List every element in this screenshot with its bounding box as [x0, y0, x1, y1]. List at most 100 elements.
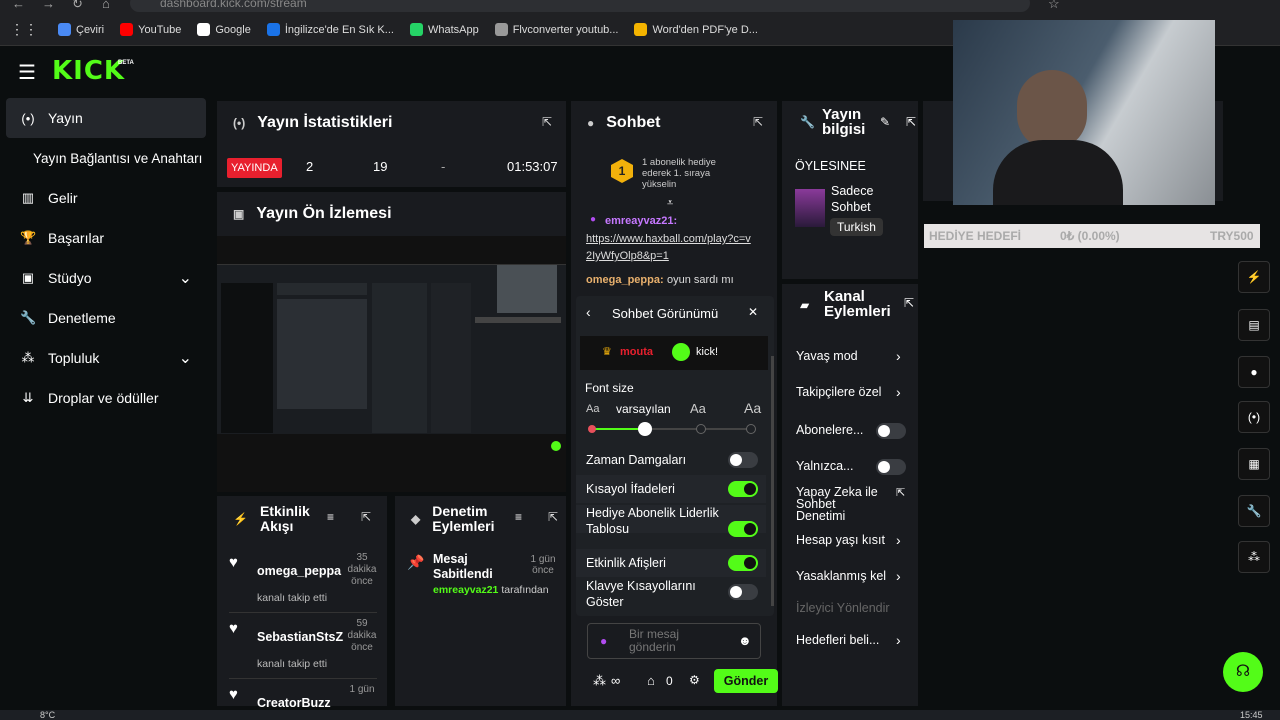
- sidebar-item[interactable]: 🏆 Başarılar: [6, 218, 206, 258]
- event-username[interactable]: SebastianStsZ: [257, 630, 343, 644]
- preview-username: mouta: [620, 346, 653, 358]
- sidebar-item[interactable]: (•) Yayın: [6, 98, 206, 138]
- popout-icon[interactable]: ⇱: [548, 510, 558, 524]
- channel-action-label: Yavaş mod: [796, 349, 858, 363]
- media-icon[interactable]: ▦: [1238, 448, 1270, 480]
- channel-action[interactable]: Hesap yaşı kısıt ›: [782, 526, 918, 556]
- popout-icon[interactable]: ⇱: [361, 510, 371, 524]
- back-arrow-icon[interactable]: ‹: [586, 304, 591, 320]
- popout-icon[interactable]: ⇱: [906, 115, 916, 129]
- chat-view-option[interactable]: Klavye Kısayollarını Göster: [576, 578, 766, 609]
- stream-title: ÖYLESINEE: [795, 159, 866, 173]
- event-time-suffix: önce: [351, 576, 373, 587]
- event-username[interactable]: omega_peppa: [257, 564, 341, 578]
- mic-icon[interactable]: ●: [600, 634, 607, 648]
- chevron-down-icon[interactable]: ⌄: [179, 348, 192, 368]
- sidebar-item[interactable]: Yayın Bağlantısı ve Anahtarı: [6, 138, 206, 178]
- emoji-icon[interactable]: ☻: [738, 633, 752, 648]
- chat-input[interactable]: ● Bir mesaj gönderin ☻: [587, 623, 761, 659]
- channel-action-label: Hesap yaşı kısıt: [796, 533, 885, 547]
- bookmark-item[interactable]: İngilizce'de En Sık K...: [266, 23, 394, 36]
- chat-view-option[interactable]: Zaman Damgaları: [576, 446, 766, 474]
- popup-scrollbar[interactable]: [771, 356, 774, 606]
- filter-icon[interactable]: ≡: [515, 510, 522, 524]
- wrench-icon[interactable]: 🔧: [1238, 495, 1270, 527]
- kick-logo[interactable]: KICK: [52, 56, 125, 86]
- chevron-down-icon[interactable]: ⩡: [667, 197, 673, 210]
- mod-action-ago-suffix: önce: [532, 565, 554, 576]
- preview-video[interactable]: [217, 236, 566, 492]
- chevron-down-icon[interactable]: ⌄: [179, 268, 192, 288]
- channel-action[interactable]: Yasaklanmış kel ›: [782, 562, 918, 592]
- chat-view-option[interactable]: Hediye Abonelik Liderlik Tablosu: [576, 505, 766, 537]
- translate-icon: [58, 23, 71, 36]
- chat-header: ● Sohbet: [571, 101, 777, 145]
- apps-grid-icon[interactable]: ⋮⋮: [10, 21, 38, 38]
- close-icon[interactable]: ✕: [748, 305, 758, 319]
- filter-icon[interactable]: ≡: [327, 510, 334, 524]
- bookmark-item[interactable]: Flvconverter youtub...: [494, 23, 618, 36]
- reload-icon[interactable]: ↻: [72, 0, 83, 12]
- toggle-switch[interactable]: [728, 584, 758, 600]
- channel-action-label: İzleyici Yönlendir: [796, 601, 890, 615]
- bookmark-label: YouTube: [138, 23, 182, 36]
- chat-username[interactable]: omega_peppa:: [586, 274, 664, 286]
- preview-sidebar: [221, 283, 273, 433]
- points-icon[interactable]: ⁂: [593, 673, 606, 689]
- chevron-right-icon: ›: [896, 384, 901, 400]
- bookmark-item[interactable]: Word'den PDF'ye D...: [634, 23, 758, 36]
- bookmark-star-icon[interactable]: ☆: [1048, 0, 1060, 12]
- home-icon[interactable]: ⌂: [102, 0, 110, 11]
- kick-emote-icon: [672, 343, 690, 361]
- sidebar-item[interactable]: 🔧 Denetleme: [6, 298, 206, 338]
- channel-action[interactable]: Abonelere...: [782, 416, 918, 446]
- toggle-switch[interactable]: [728, 555, 758, 571]
- menu-icon[interactable]: ☰: [18, 60, 36, 85]
- event-username[interactable]: CreatorBuzz: [257, 696, 331, 710]
- broadcast-icon[interactable]: (•): [1238, 401, 1270, 433]
- toggle-switch[interactable]: [728, 481, 758, 497]
- bookmark-item[interactable]: Çeviri: [58, 23, 104, 36]
- bookmark-item[interactable]: YouTube: [120, 23, 181, 36]
- channel-action[interactable]: Takipçilere özel ›: [782, 378, 918, 408]
- font-size-slider-thumb[interactable]: [638, 422, 653, 436]
- store-icon[interactable]: ⌂: [647, 673, 655, 688]
- mod-action-user[interactable]: emreayvaz21: [433, 584, 498, 596]
- chat-username[interactable]: emreayvaz21:: [605, 215, 677, 227]
- trophy-icon: 🏆: [20, 230, 37, 245]
- edit-icon[interactable]: ✎: [880, 115, 890, 129]
- bookmark-item[interactable]: WhatsApp: [409, 23, 479, 36]
- category-name[interactable]: Sadece Sohbet: [831, 183, 901, 215]
- toggle-switch[interactable]: [728, 452, 758, 468]
- back-icon[interactable]: ←: [12, 0, 25, 11]
- channel-action[interactable]: Hedefleri beli... ›: [782, 626, 918, 656]
- lightning-icon[interactable]: ⚡: [1238, 261, 1270, 293]
- popout-icon[interactable]: ⇱: [542, 115, 552, 129]
- settings-gear-icon[interactable]: ⚙: [689, 673, 700, 687]
- bookmark-item[interactable]: Google: [197, 23, 251, 36]
- community-icon[interactable]: ⁂: [1238, 541, 1270, 573]
- toggle-switch[interactable]: [728, 521, 758, 537]
- sidebar-item[interactable]: ⇊ Droplar ve ödüller: [6, 378, 206, 418]
- document-icon[interactable]: ▤: [1238, 309, 1270, 341]
- language-tag: Turkish: [830, 218, 883, 236]
- sidebar-item[interactable]: ⁂ Topluluk ⌄: [6, 338, 206, 378]
- channel-action[interactable]: Yapay Zeka ile Sohbet Denetimi ⇱: [782, 478, 918, 523]
- address-bar[interactable]: dashboard.kick.com/stream: [130, 0, 1030, 12]
- popout-icon[interactable]: ⇱: [753, 115, 763, 129]
- chat-bubble-icon[interactable]: ●: [1238, 356, 1270, 388]
- popout-icon[interactable]: ⇱: [904, 296, 914, 310]
- sidebar-item[interactable]: ▥ Gelir: [6, 178, 206, 218]
- category-thumbnail[interactable]: [795, 189, 825, 227]
- toggle-switch[interactable]: [876, 459, 906, 475]
- forward-icon[interactable]: →: [42, 0, 55, 11]
- chat-link[interactable]: https://www.haxball.com/play?c=v2IyWfyOl…: [586, 231, 756, 265]
- font-size-slider[interactable]: [588, 422, 756, 436]
- chat-view-option[interactable]: Kısayol İfadeleri: [576, 475, 766, 503]
- channel-action[interactable]: Yavaş mod ›: [782, 342, 918, 372]
- chat-view-option[interactable]: Etkinlik Afişleri: [576, 549, 766, 577]
- support-chat-button[interactable]: ☊: [1223, 652, 1263, 692]
- send-button[interactable]: Gönder: [714, 669, 778, 693]
- sidebar-item[interactable]: ▣ Stüdyo ⌄: [6, 258, 206, 298]
- toggle-switch[interactable]: [876, 423, 906, 439]
